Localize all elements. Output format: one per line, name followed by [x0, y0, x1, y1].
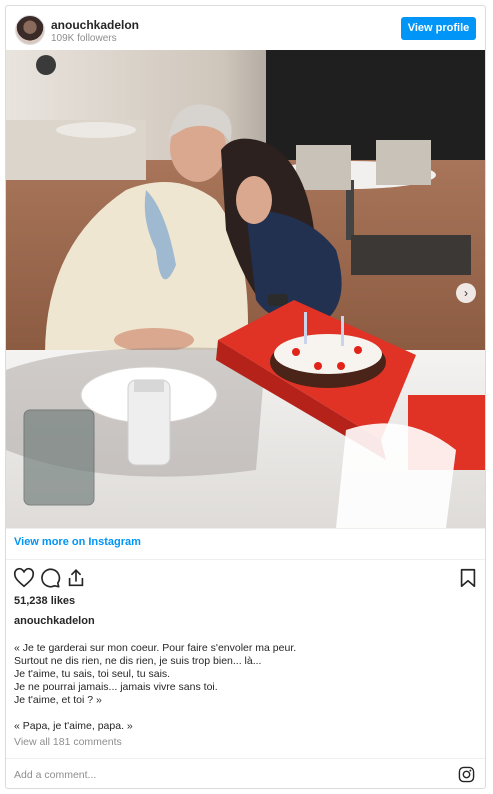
bookmark-icon[interactable] [457, 567, 479, 589]
likes-count[interactable]: 51,238 likes [14, 595, 75, 607]
view-more-link[interactable]: View more on Instagram [14, 536, 141, 548]
followers-count: 109K followers [51, 33, 117, 44]
comment-icon[interactable] [39, 567, 61, 589]
action-bar [6, 567, 485, 593]
caption-author[interactable]: anouchkadelon [14, 615, 95, 627]
divider [6, 559, 485, 560]
caption-line: Je ne pourrai jamais... jamais vivre san… [14, 681, 218, 693]
divider [6, 528, 485, 529]
comment-bar: Add a comment... [6, 758, 485, 788]
caption-line: Surtout ne dis rien, ne dis rien, je sui… [14, 655, 262, 667]
next-photo-button[interactable]: › [456, 283, 476, 303]
view-all-comments-link[interactable]: View all 181 comments [14, 736, 122, 748]
heart-icon[interactable] [13, 567, 35, 589]
caption-gap [14, 707, 474, 720]
post-photo[interactable]: › [6, 50, 485, 528]
username[interactable]: anouchkadelon [51, 18, 139, 32]
caption-line: Je t'aime, et toi ? » [14, 694, 102, 706]
instagram-embed-card: anouchkadelon 109K followers View profil… [5, 5, 486, 789]
caption-line: Je t'aime, tu sais, toi seul, tu sais. [14, 668, 171, 680]
caption-line: « Je te garderai sur mon coeur. Pour fai… [14, 642, 297, 654]
share-icon[interactable] [65, 567, 87, 589]
add-comment-input[interactable]: Add a comment... [14, 769, 96, 781]
photo-illustration [6, 50, 485, 528]
view-profile-button[interactable]: View profile [401, 17, 476, 40]
post-header: anouchkadelon 109K followers View profil… [6, 6, 485, 50]
avatar[interactable] [15, 15, 45, 45]
instagram-logo-icon[interactable] [458, 766, 475, 783]
caption-closing: « Papa, je t'aime, papa. » [14, 720, 133, 732]
caption: « Je te garderai sur mon coeur. Pour fai… [14, 642, 474, 733]
